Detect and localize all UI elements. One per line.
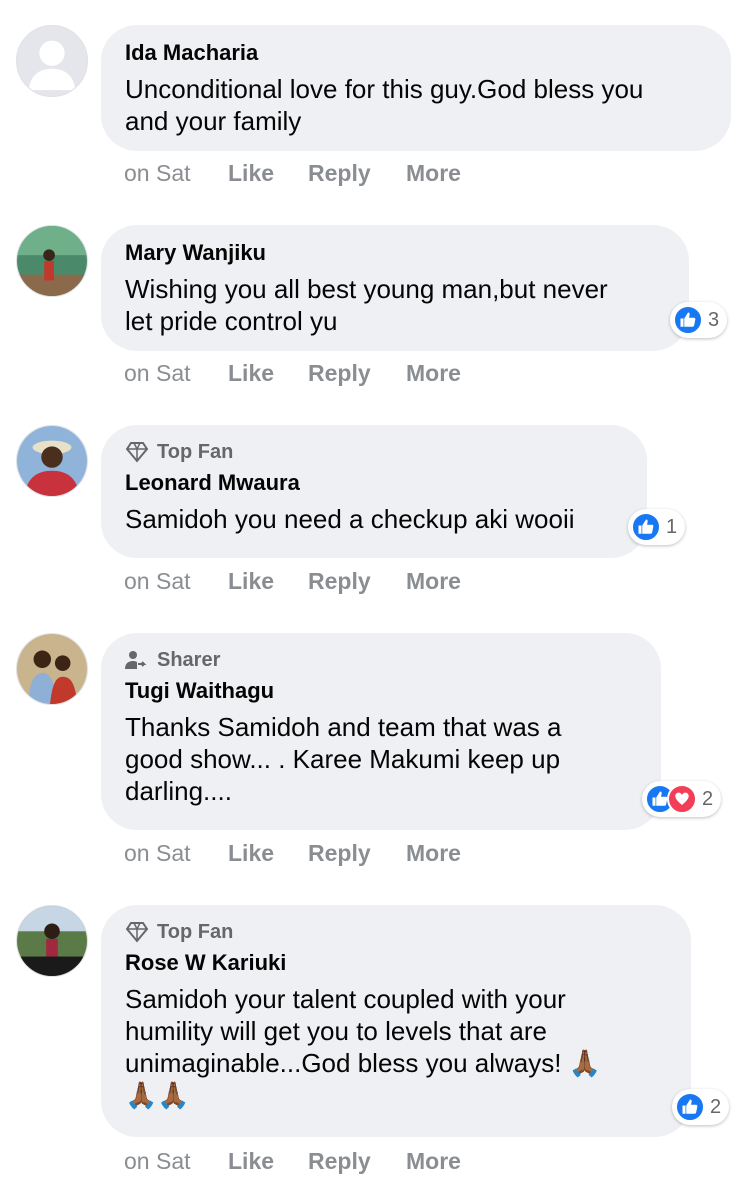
comment-text: Wishing you all best young man,but never… <box>125 274 608 336</box>
share-person-icon <box>125 651 147 669</box>
like-reaction-icon <box>631 512 661 542</box>
avatar-photo[interactable] <box>16 225 88 297</box>
avatar-default[interactable] <box>16 25 88 97</box>
praying-hands-emoji: 🙏🏾 <box>568 1048 602 1078</box>
love-reaction-icon <box>667 784 697 814</box>
comment-author[interactable]: Rose W Kariuki <box>125 949 667 977</box>
comment-time[interactable]: on Sat <box>124 160 228 187</box>
like-button[interactable]: Like <box>228 568 308 595</box>
reaction-count: 2 <box>710 1095 722 1118</box>
reaction-count: 2 <box>702 787 714 810</box>
reaction-summary[interactable]: 2 <box>642 781 722 817</box>
like-reaction-icon <box>673 305 703 335</box>
like-button[interactable]: Like <box>228 160 308 187</box>
like-reaction-icon <box>675 1092 705 1122</box>
reaction-summary[interactable]: 1 <box>628 509 686 545</box>
comment-bubble: Ida Macharia Unconditional love for this… <box>101 25 731 151</box>
reaction-summary[interactable]: 3 <box>670 302 728 338</box>
diamond-icon <box>125 922 149 943</box>
praying-hands-emoji: 🙏🏾 <box>157 1080 190 1110</box>
comment-actions: on Sat Like Reply More <box>124 160 461 187</box>
reply-button[interactable]: Reply <box>308 360 406 387</box>
reply-button[interactable]: Reply <box>308 160 406 187</box>
diamond-icon <box>125 442 149 463</box>
more-button[interactable]: More <box>406 160 461 187</box>
like-button[interactable]: Like <box>228 360 308 387</box>
like-button[interactable]: Like <box>228 840 308 867</box>
more-button[interactable]: More <box>406 360 461 387</box>
comment-text: Thanks Samidoh and team that was a good … <box>125 712 562 806</box>
badge-label: Top Fan <box>157 440 234 463</box>
avatar-photo[interactable] <box>16 633 88 705</box>
comment-actions: on Sat Like Reply More <box>124 1148 461 1175</box>
sharer-badge: Sharer <box>125 647 637 673</box>
comment-text: Samidoh you need a checkup aki wooii <box>125 504 575 534</box>
comment-author[interactable]: Tugi Waithagu <box>125 677 637 705</box>
reaction-count: 1 <box>666 515 678 538</box>
badge-label: Sharer <box>157 648 221 671</box>
more-button[interactable]: More <box>406 840 461 867</box>
comment-actions: on Sat Like Reply More <box>124 840 461 867</box>
more-button[interactable]: More <box>406 1148 461 1175</box>
top-fan-badge: Top Fan <box>125 439 623 465</box>
reply-button[interactable]: Reply <box>308 1148 406 1175</box>
reaction-count: 3 <box>708 308 720 331</box>
more-button[interactable]: More <box>406 568 461 595</box>
comment-bubble: Mary Wanjiku Wishing you all best young … <box>101 225 689 351</box>
reply-button[interactable]: Reply <box>308 840 406 867</box>
badge-label: Top Fan <box>157 920 234 943</box>
comment-bubble: Sharer Tugi Waithagu Thanks Samidoh and … <box>101 633 661 830</box>
reaction-summary[interactable]: 2 <box>672 1089 730 1125</box>
comment-author[interactable]: Mary Wanjiku <box>125 239 665 267</box>
comment-actions: on Sat Like Reply More <box>124 360 461 387</box>
comment-time[interactable]: on Sat <box>124 360 228 387</box>
comment-time[interactable]: on Sat <box>124 840 228 867</box>
comment-actions: on Sat Like Reply More <box>124 568 461 595</box>
praying-hands-emoji: 🙏🏾 <box>125 1080 158 1110</box>
comment-bubble: Top Fan Rose W Kariuki Samidoh your tale… <box>101 905 691 1137</box>
avatar-photo[interactable] <box>16 905 88 977</box>
comment-bubble: Top Fan Leonard Mwaura Samidoh you need … <box>101 425 647 558</box>
comment-author[interactable]: Leonard Mwaura <box>125 469 623 497</box>
comment-time[interactable]: on Sat <box>124 1148 228 1175</box>
reply-button[interactable]: Reply <box>308 568 406 595</box>
avatar-photo[interactable] <box>16 425 88 497</box>
comment-time[interactable]: on Sat <box>124 568 228 595</box>
like-button[interactable]: Like <box>228 1148 308 1175</box>
comment-author[interactable]: Ida Macharia <box>125 39 707 67</box>
top-fan-badge: Top Fan <box>125 919 667 945</box>
comment-text-body: Samidoh your talent coupled with your hu… <box>125 984 566 1078</box>
comment-text: Samidoh your talent coupled with your hu… <box>125 983 667 1111</box>
comment-text: Unconditional love for this guy.God bles… <box>125 74 644 136</box>
